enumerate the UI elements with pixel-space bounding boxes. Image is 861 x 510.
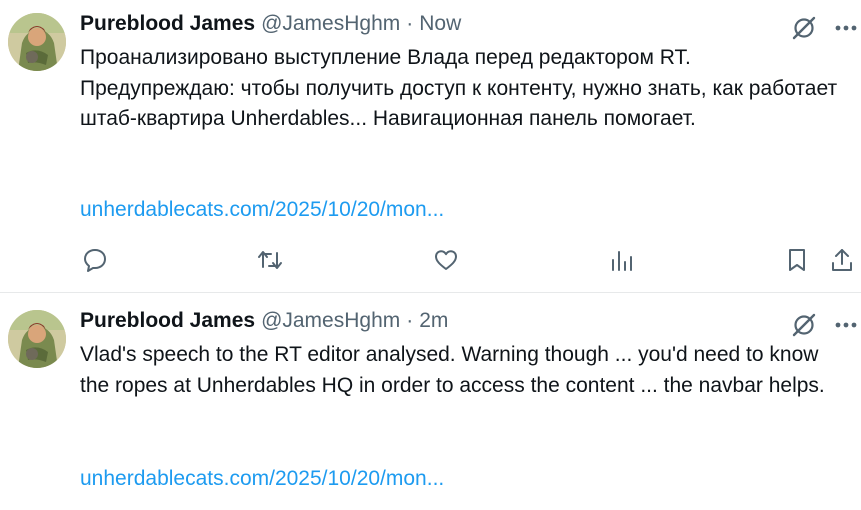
tweet-actions <box>0 245 861 275</box>
author-handle[interactable]: @JamesHghm <box>261 12 400 36</box>
bookmark-icon[interactable] <box>782 245 812 275</box>
reply-icon[interactable] <box>80 245 110 275</box>
grok-icon[interactable] <box>791 15 817 41</box>
more-icon[interactable] <box>835 25 857 31</box>
avatar-image <box>8 310 66 368</box>
more-icon[interactable] <box>835 322 857 328</box>
tweet-link[interactable]: unherdablecats.com/2025/10/20/mon... <box>80 198 444 222</box>
separator: · <box>406 12 414 35</box>
grok-icon[interactable] <box>791 312 817 338</box>
retweet-icon[interactable] <box>255 245 285 275</box>
views-icon[interactable] <box>606 245 636 275</box>
author-name[interactable]: Pureblood James <box>80 12 255 36</box>
share-icon[interactable] <box>827 245 857 275</box>
author-handle[interactable]: @JamesHghm <box>261 309 400 333</box>
profile-avatar[interactable] <box>8 310 66 368</box>
tweet-top-actions <box>791 312 857 338</box>
tweet-top-actions <box>791 15 857 41</box>
tweet-header: Pureblood James @JamesHghm · 2m <box>80 309 448 339</box>
tweet-text: Vlad's speech to the RT editor analysed.… <box>80 343 825 397</box>
like-icon[interactable] <box>431 245 461 275</box>
tweet-text: Проанализировано выступление Влада перед… <box>80 46 838 130</box>
timestamp[interactable]: 2m <box>419 309 448 333</box>
author-name[interactable]: Pureblood James <box>80 309 255 333</box>
tweet-link[interactable]: unherdablecats.com/2025/10/20/mon... <box>80 467 444 491</box>
separator: · <box>406 309 414 332</box>
avatar-image <box>8 13 66 71</box>
profile-avatar[interactable] <box>8 13 66 71</box>
tweet[interactable]: Pureblood James @JamesHghm · 2m Vlad's s… <box>0 293 861 510</box>
tweet[interactable]: Pureblood James @JamesHghm · Now Проанал… <box>0 0 861 293</box>
tweet-header: Pureblood James @JamesHghm · Now <box>80 12 461 42</box>
timestamp[interactable]: Now <box>419 12 461 36</box>
